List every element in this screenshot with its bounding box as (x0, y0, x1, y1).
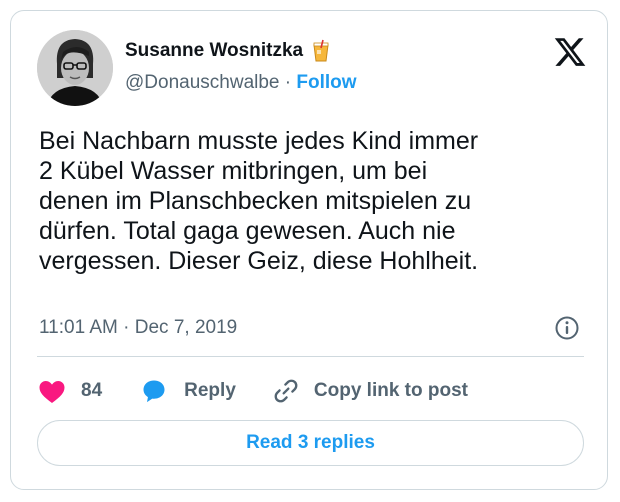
follow-link[interactable]: Follow (296, 72, 356, 93)
copy-link-label: Copy link to post (313, 380, 468, 401)
tweet-date: Dec 7, 2019 (134, 317, 238, 338)
link-icon (272, 377, 300, 405)
like-count: 84 (81, 380, 103, 401)
action-bar: 84 Reply Copy link to post (37, 375, 468, 407)
read-replies-button[interactable]: Read 3 replies (37, 420, 584, 466)
reply-button[interactable]: Reply (140, 377, 236, 405)
copy-link-button[interactable]: Copy link to post (272, 377, 468, 405)
handle-row: @Donauschwalbe · Follow (125, 72, 357, 94)
heart-icon (37, 376, 67, 406)
author-name-row: Susanne Wosnitzka (125, 39, 331, 63)
like-button[interactable]: 84 (37, 376, 102, 406)
info-icon[interactable] (554, 315, 580, 341)
tweet-time: 11:01 AM (39, 317, 118, 338)
author-name[interactable]: Susanne Wosnitzka (125, 40, 303, 62)
timestamp-separator: · (123, 317, 130, 338)
x-logo-icon[interactable] (553, 35, 587, 69)
beverage-glass-icon (311, 39, 331, 63)
tweet-text: Bei Nachbarn musste jedes Kind immer 2 K… (39, 127, 479, 275)
divider (37, 356, 584, 357)
handle-separator: · (284, 72, 292, 93)
reply-bubble-icon (140, 377, 168, 405)
reply-label: Reply (184, 380, 236, 401)
timestamp[interactable]: 11:01 AM · Dec 7, 2019 (39, 317, 237, 339)
author-handle[interactable]: @Donauschwalbe (125, 72, 280, 93)
avatar[interactable] (37, 30, 113, 106)
tweet-card: Susanne Wosnitzka @Donauschwalbe · Follo… (10, 10, 608, 490)
